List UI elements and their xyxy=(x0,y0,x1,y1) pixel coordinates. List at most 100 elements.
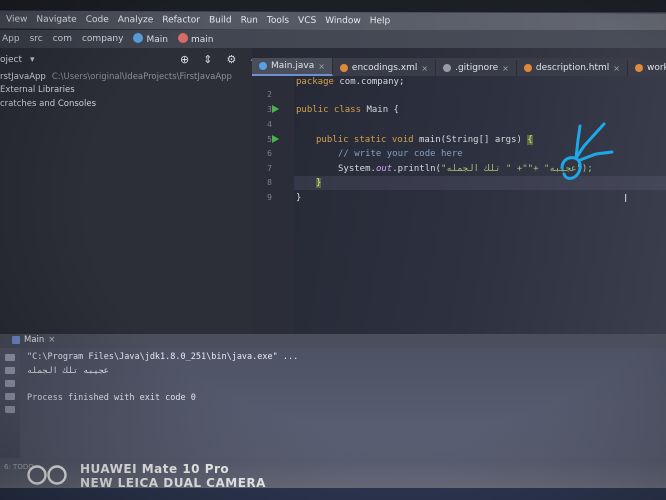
code-line-println: System.out.println("عجيبه" +""+ " تلك ال… xyxy=(338,164,593,174)
close-icon[interactable]: × xyxy=(613,64,620,73)
run-config-icon xyxy=(12,336,20,344)
run-class-icon[interactable] xyxy=(272,105,279,113)
line-number: 7 xyxy=(267,164,272,173)
breadcrumb-item[interactable]: Main xyxy=(133,33,168,45)
scroll-end-icon[interactable] xyxy=(5,380,15,387)
gear-icon[interactable]: ⚙ xyxy=(226,53,236,66)
project-toolbar: ⊕ ⇕ ⚙ — xyxy=(180,53,261,66)
method-icon xyxy=(177,33,188,43)
code-line-class: public class Main { xyxy=(296,105,399,115)
run-tab[interactable]: Main × xyxy=(12,335,55,345)
menu-run[interactable]: Run xyxy=(241,16,258,26)
editor-tabs: Main.java × encodings.xml × .gitignore ×… xyxy=(252,58,666,76)
tab-label: .gitignore xyxy=(455,63,499,73)
code-line-method: public static void main(String[] args) { xyxy=(316,135,533,145)
keyword: public static void xyxy=(316,135,414,145)
code-line-close-class: } xyxy=(296,193,302,203)
class-name: Main { xyxy=(361,105,399,115)
tab-workspace-xml[interactable]: workspace.xml xyxy=(628,60,666,76)
menu-window[interactable]: Window xyxy=(325,16,361,26)
run-toolbar xyxy=(0,348,20,458)
menu-help[interactable]: Help xyxy=(370,16,391,26)
watermark-camera: NEW LEICA DUAL CAMERA xyxy=(80,476,266,490)
tree-path: C:\Users\original\IdeaProjects\FirstJava… xyxy=(51,72,232,82)
print-icon[interactable] xyxy=(5,393,15,400)
menu-refactor[interactable]: Refactor xyxy=(162,15,200,25)
breadcrumb-label: Main xyxy=(146,35,168,45)
text-cursor-icon: I xyxy=(624,192,628,205)
file-icon xyxy=(443,64,452,72)
run-method-icon[interactable] xyxy=(272,135,279,143)
package-name: com.company; xyxy=(333,77,405,87)
close-icon[interactable]: × xyxy=(421,64,428,73)
tree-item-project[interactable]: rstJavaApp C:\Users\original\IdeaProjects… xyxy=(0,72,232,82)
code-editor[interactable]: 2 3 4 5 6 7 8 9 package com.company; pub… xyxy=(252,76,666,334)
tab-encodings-xml[interactable]: encodings.xml × xyxy=(333,60,437,76)
collapse-icon[interactable]: ⇕ xyxy=(203,53,212,66)
line-number: 2 xyxy=(267,90,272,99)
run-panel-header: Main × xyxy=(0,334,666,348)
menu-tools[interactable]: Tools xyxy=(267,16,289,26)
tab-label: encodings.xml xyxy=(351,63,418,73)
menu-navigate[interactable]: Navigate xyxy=(36,15,76,25)
tab-gitignore[interactable]: .gitignore × xyxy=(436,60,517,76)
tab-label: description.html xyxy=(535,63,610,73)
project-title[interactable]: oject xyxy=(0,55,22,65)
menu-view[interactable]: View xyxy=(6,15,27,25)
matched-brace: { xyxy=(527,135,533,145)
tree-label: rstJavaApp xyxy=(0,72,46,82)
code-line-package: package com.company; xyxy=(296,77,404,87)
keyword: public class xyxy=(296,105,362,115)
xml-file-icon xyxy=(339,64,348,72)
code-line-comment: // write your code here xyxy=(338,149,463,159)
breadcrumb-item[interactable]: src xyxy=(30,34,43,44)
line-number: 8 xyxy=(267,178,272,187)
target-icon[interactable]: ⊕ xyxy=(180,53,189,66)
close-icon[interactable]: × xyxy=(48,335,55,345)
java-file-icon xyxy=(259,62,267,70)
println-call: .println( xyxy=(392,164,441,174)
menu-build[interactable]: Build xyxy=(209,15,232,25)
annotation-arrow-icon xyxy=(560,122,614,180)
line-number: 9 xyxy=(267,193,272,202)
breadcrumb: App src com company Main main xyxy=(0,30,666,48)
console-line-command: "C:\Program Files\Java\jdk1.8.0_251\bin\… xyxy=(27,352,299,362)
close-icon[interactable]: × xyxy=(318,62,325,71)
menu-vcs[interactable]: VCS xyxy=(298,16,316,26)
rerun-icon[interactable] xyxy=(5,354,15,361)
tree-item-scratches[interactable]: cratches and Consoles xyxy=(0,99,96,109)
trash-icon[interactable] xyxy=(5,406,15,413)
console-line-exit: Process finished with exit code 0 xyxy=(27,393,196,403)
tree-label: cratches and Consoles xyxy=(0,99,96,109)
tab-description-html[interactable]: description.html × xyxy=(517,60,628,76)
console-line-output: عجيبه تلك الجمله xyxy=(27,366,109,376)
breadcrumb-item[interactable]: com xyxy=(53,34,72,44)
run-console[interactable]: "C:\Program Files\Java\jdk1.8.0_251\bin\… xyxy=(0,348,666,458)
println-prefix: System. xyxy=(338,164,376,174)
menu-analyze[interactable]: Analyze xyxy=(118,15,154,25)
menu-code[interactable]: Code xyxy=(86,15,109,25)
breadcrumb-item[interactable]: main xyxy=(177,33,214,45)
leica-dual-lens-icon xyxy=(27,465,67,485)
breadcrumb-item[interactable]: company xyxy=(82,34,123,44)
tab-main-java[interactable]: Main.java × xyxy=(252,58,333,76)
xml-file-icon xyxy=(634,64,643,72)
breadcrumb-item[interactable]: App xyxy=(2,34,20,44)
watermark-model: HUAWEI Mate 10 Pro xyxy=(80,462,230,476)
project-panel: oject ▾ ⊕ ⇕ ⚙ — rstJavaApp C:\Users\origi… xyxy=(0,48,261,336)
html-file-icon xyxy=(523,64,532,72)
tree-label: External Libraries xyxy=(0,85,75,95)
method-signature: main(String[] args) xyxy=(413,135,528,145)
photo: View Navigate Code Analyze Refactor Buil… xyxy=(0,0,666,500)
matched-brace: } xyxy=(316,178,322,188)
breadcrumb-label: main xyxy=(190,35,214,45)
menu-bar: View Navigate Code Analyze Refactor Buil… xyxy=(0,10,666,32)
close-icon[interactable]: × xyxy=(502,64,509,73)
chevron-down-icon[interactable]: ▾ xyxy=(30,55,35,65)
tab-label: workspace.xml xyxy=(646,63,666,73)
stop-icon[interactable] xyxy=(5,367,15,374)
code-line-close-method: } xyxy=(316,178,322,188)
tree-item-external-libraries[interactable]: External Libraries xyxy=(0,85,75,95)
line-gutter xyxy=(252,76,294,334)
run-tab-label: Main xyxy=(24,335,45,345)
